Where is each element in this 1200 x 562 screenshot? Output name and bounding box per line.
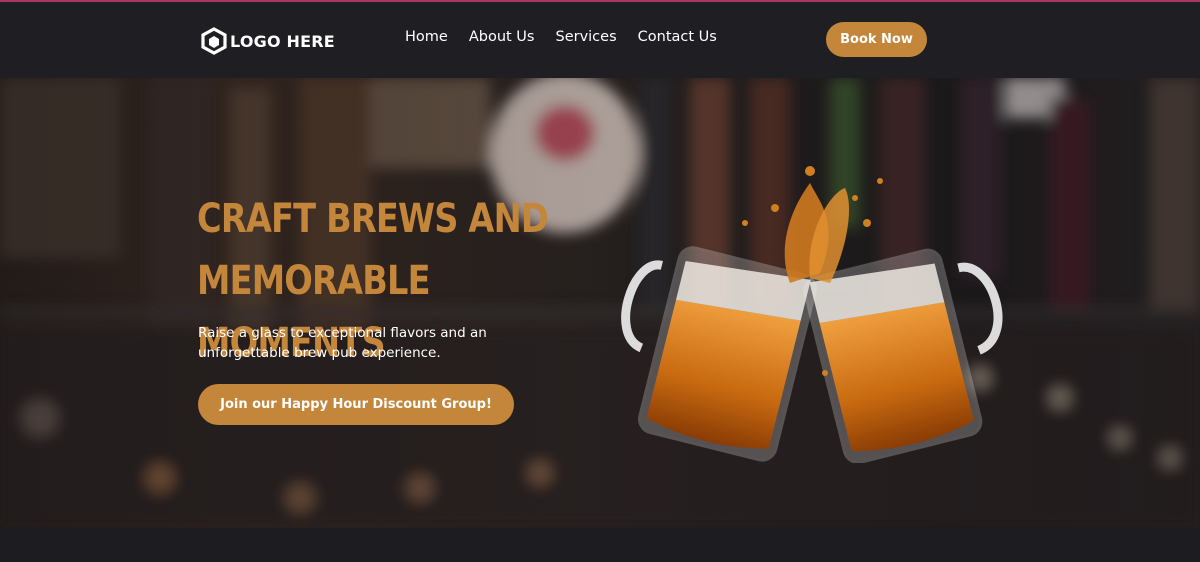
hero-overlay bbox=[0, 78, 1200, 528]
happy-hour-cta-button[interactable]: Join our Happy Hour Discount Group! bbox=[198, 384, 514, 425]
logo-hexagon-icon bbox=[201, 27, 227, 55]
hero-title-line-1: Craft Brews and bbox=[197, 196, 549, 242]
book-now-button[interactable]: Book Now bbox=[826, 22, 927, 57]
hero-subtitle: Raise a glass to exceptional flavors and… bbox=[198, 325, 487, 361]
hero-section: Craft Brews and Memorable Moments Raise … bbox=[0, 78, 1200, 528]
section-divider bbox=[0, 528, 1200, 562]
logo[interactable]: LOGO HERE bbox=[200, 27, 335, 55]
beer-mugs-cheers-image bbox=[621, 166, 1003, 463]
logo-text: LOGO HERE bbox=[230, 31, 335, 51]
nav-home[interactable]: Home bbox=[405, 29, 448, 45]
nav-about-us[interactable]: About Us bbox=[469, 29, 535, 45]
main-nav: Home About Us Services Contact Us bbox=[405, 29, 738, 45]
site-header: LOGO HERE Home About Us Services Contact… bbox=[0, 2, 1200, 78]
nav-services[interactable]: Services bbox=[555, 29, 616, 45]
nav-contact-us[interactable]: Contact Us bbox=[638, 29, 717, 45]
